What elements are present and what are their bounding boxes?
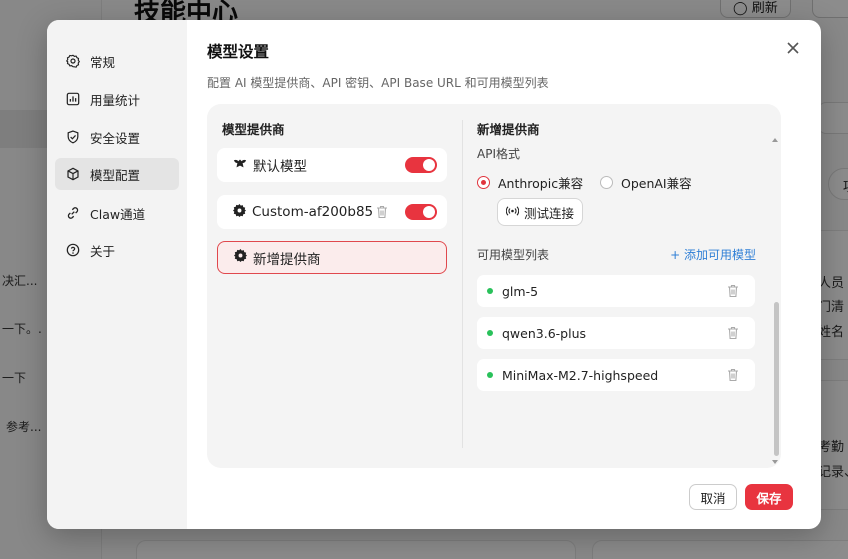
gear-icon <box>234 249 247 266</box>
models-label: 可用模型列表 <box>477 248 550 262</box>
radio-openai[interactable]: OpenAI兼容 <box>600 173 692 192</box>
cube-icon <box>66 167 80 181</box>
provider-enabled-toggle[interactable] <box>405 157 437 173</box>
gear-icon <box>66 54 80 68</box>
new-provider-form: 新增提供商 API格式 Anthropic兼容 OpenAI兼容 测试连接 可用 <box>463 104 781 468</box>
save-button[interactable]: 保存 <box>745 484 793 510</box>
provider-item-default[interactable]: 默认模型 <box>217 148 447 182</box>
model-item: MiniMax-M2.7-highspeed <box>477 359 755 391</box>
provider-item-custom[interactable]: Custom-af200b85 <box>217 195 447 229</box>
provider-name: 默认模型 <box>253 159 307 175</box>
delete-model-icon[interactable] <box>727 284 739 298</box>
new-provider-heading: 新增提供商 <box>477 122 540 137</box>
settings-content: 模型设置 配置 AI 模型提供商、API 密钥、API Base URL 和可用… <box>187 20 821 529</box>
radio-anthropic[interactable]: Anthropic兼容 <box>477 173 583 192</box>
nav-item-model-config[interactable]: 模型配置 <box>55 158 179 190</box>
model-item: glm-5 <box>477 275 755 307</box>
nav-item-claw-channel[interactable]: Claw通道 <box>55 197 179 229</box>
gear-icon <box>233 203 246 221</box>
provider-list-heading: 模型提供商 <box>222 122 285 137</box>
model-name: glm-5 <box>502 283 539 299</box>
delete-model-icon[interactable] <box>727 326 739 340</box>
settings-modal: 常规 用量统计 安全设置 模型配置 Claw通道 关于 模型设置 配置 AI 模… <box>47 20 821 529</box>
test-connection-label: 测试连接 <box>524 205 575 221</box>
nav-item-about[interactable]: 关于 <box>55 234 179 266</box>
modal-title: 模型设置 <box>207 43 270 61</box>
nav-item-security[interactable]: 安全设置 <box>55 121 179 153</box>
status-dot <box>487 372 493 378</box>
scroll-down-arrow[interactable] <box>772 460 778 464</box>
nav-item-label: 用量统计 <box>90 92 141 108</box>
status-dot <box>487 288 493 294</box>
nav-item-label: 常规 <box>90 54 116 70</box>
delete-provider-icon[interactable] <box>376 205 388 219</box>
model-config-panel: 模型提供商 默认模型 Custom-af200b85 新增提供商 新增提供商 A… <box>207 104 781 468</box>
signal-icon <box>505 205 520 219</box>
nav-item-label: Claw通道 <box>90 206 146 222</box>
provider-list-column: 模型提供商 默认模型 Custom-af200b85 新增提供商 <box>207 104 462 468</box>
shield-check-icon <box>66 130 80 144</box>
nav-item-label: 安全设置 <box>90 130 141 146</box>
modal-subtitle: 配置 AI 模型提供商、API 密钥、API Base URL 和可用模型列表 <box>207 76 549 90</box>
radio-label: Anthropic兼容 <box>498 176 584 191</box>
close-button[interactable] <box>783 38 803 58</box>
model-item: qwen3.6-plus <box>477 317 755 349</box>
provider-name: Custom-af200b85 <box>252 204 374 220</box>
add-provider-label: 新增提供商 <box>253 251 321 268</box>
cancel-button[interactable]: 取消 <box>689 484 737 510</box>
provider-enabled-toggle[interactable] <box>405 204 437 220</box>
status-dot <box>487 330 493 336</box>
nav-item-label: 模型配置 <box>90 167 141 183</box>
radio-dot <box>600 176 613 189</box>
scroll-up-arrow[interactable] <box>772 138 778 142</box>
settings-nav: 常规 用量统计 安全设置 模型配置 Claw通道 关于 <box>47 20 187 529</box>
add-model-link[interactable]: + 添加可用模型 <box>670 246 756 263</box>
nav-item-usage[interactable]: 用量统计 <box>55 83 179 115</box>
test-connection-button[interactable]: 测试连接 <box>497 198 584 226</box>
delete-model-icon[interactable] <box>727 368 739 382</box>
nav-item-general[interactable]: 常规 <box>55 45 179 77</box>
close-icon <box>787 39 799 58</box>
model-name: MiniMax-M2.7-highspeed <box>502 367 659 383</box>
radio-label: OpenAI兼容 <box>621 176 692 191</box>
scrollbar-thumb[interactable] <box>774 302 779 456</box>
add-provider-item[interactable]: 新增提供商 <box>217 241 447 274</box>
nav-item-label: 关于 <box>90 243 116 259</box>
api-format-label: API格式 <box>477 147 520 161</box>
bar-chart-icon <box>66 92 80 106</box>
help-circle-icon <box>66 243 80 257</box>
robot-icon <box>233 156 247 174</box>
link-icon <box>66 206 80 220</box>
radio-dot <box>477 176 490 189</box>
model-name: qwen3.6-plus <box>502 325 587 341</box>
